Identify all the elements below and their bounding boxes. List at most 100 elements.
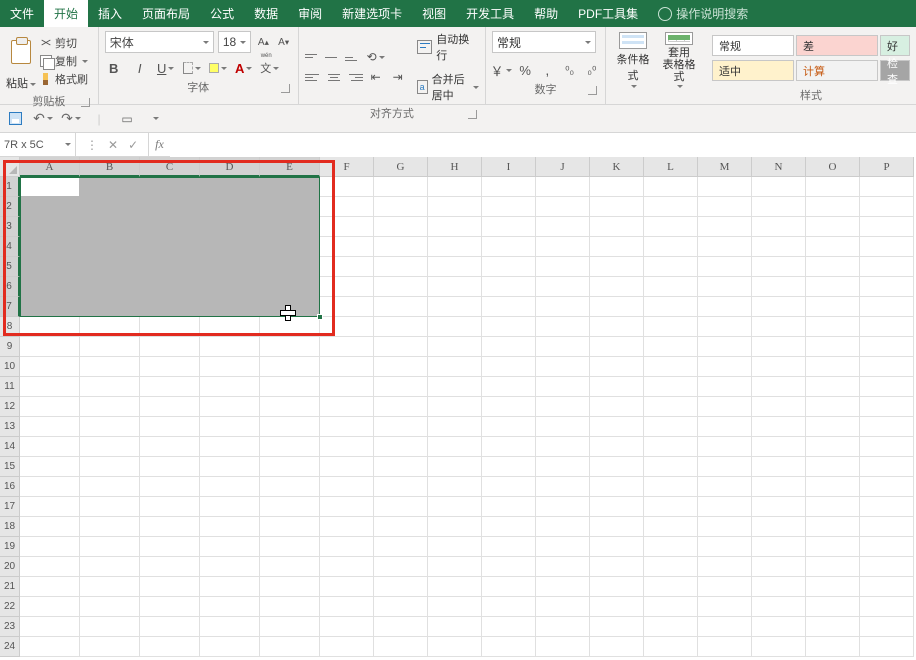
decrease-indent-button[interactable]: ⇤ xyxy=(367,68,385,86)
style-calc[interactable]: 计算 xyxy=(796,60,878,81)
row-header-17[interactable]: 17 xyxy=(0,497,20,517)
row-header-11[interactable]: 11 xyxy=(0,377,20,397)
tab-home[interactable]: 开始 xyxy=(44,0,88,27)
group-label-font[interactable]: 字体 xyxy=(105,77,292,96)
tab-formula[interactable]: 公式 xyxy=(200,0,244,27)
number-format-combo[interactable]: 常规 xyxy=(492,31,596,53)
row-header-20[interactable]: 20 xyxy=(0,557,20,577)
col-header-C[interactable]: C xyxy=(140,157,200,177)
tell-me-search[interactable]: 操作说明搜索 xyxy=(648,0,758,27)
enter-button[interactable]: ✓ xyxy=(128,138,138,152)
qat-customize-button[interactable] xyxy=(146,110,164,128)
tab-dev[interactable]: 开发工具 xyxy=(456,0,524,27)
format-as-table-button[interactable]: 套用 表格格式 xyxy=(658,32,700,88)
border-button[interactable] xyxy=(183,59,201,77)
cancel-button[interactable]: ✕ xyxy=(108,138,118,152)
row-header-12[interactable]: 12 xyxy=(0,397,20,417)
row-header-9[interactable]: 9 xyxy=(0,337,20,357)
tab-data[interactable]: 数据 xyxy=(244,0,288,27)
align-center-button[interactable] xyxy=(325,68,343,86)
row-header-18[interactable]: 18 xyxy=(0,517,20,537)
col-header-H[interactable]: H xyxy=(428,157,482,177)
select-all-corner[interactable] xyxy=(0,157,20,177)
percent-button[interactable]: % xyxy=(518,61,532,79)
row-header-10[interactable]: 10 xyxy=(0,357,20,377)
undo-button[interactable]: ↶ xyxy=(34,110,52,128)
col-header-O[interactable]: O xyxy=(806,157,860,177)
row-header-15[interactable]: 15 xyxy=(0,457,20,477)
col-header-G[interactable]: G xyxy=(374,157,428,177)
font-color-button[interactable]: A xyxy=(235,59,253,77)
row-header-22[interactable]: 22 xyxy=(0,597,20,617)
row-header-23[interactable]: 23 xyxy=(0,617,20,637)
align-left-button[interactable] xyxy=(305,68,323,86)
style-normal[interactable]: 常规 xyxy=(712,35,794,56)
decrease-decimal-button[interactable]: ₀⁰ xyxy=(585,61,599,79)
row-header-6[interactable]: 6 xyxy=(0,277,20,297)
fill-handle[interactable] xyxy=(317,314,323,320)
style-good[interactable]: 好 xyxy=(880,35,910,56)
col-header-P[interactable]: P xyxy=(860,157,914,177)
tab-help[interactable]: 帮助 xyxy=(524,0,568,27)
fx-label[interactable]: fx xyxy=(149,137,170,152)
phonetic-button[interactable]: 文 xyxy=(261,59,279,77)
row-header-7[interactable]: 7 xyxy=(0,297,20,317)
touch-mode-button[interactable]: ▭ xyxy=(118,110,136,128)
col-header-A[interactable]: A xyxy=(20,157,80,177)
col-header-F[interactable]: F xyxy=(320,157,374,177)
row-header-3[interactable]: 3 xyxy=(0,217,20,237)
tab-layout[interactable]: 页面布局 xyxy=(132,0,200,27)
style-neutral[interactable]: 适中 xyxy=(712,60,794,81)
tab-pdf[interactable]: PDF工具集 xyxy=(568,0,648,27)
col-header-K[interactable]: K xyxy=(590,157,644,177)
col-header-M[interactable]: M xyxy=(698,157,752,177)
cut-button[interactable]: 剪切 xyxy=(40,35,88,51)
row-header-16[interactable]: 16 xyxy=(0,477,20,497)
currency-button[interactable]: ￥ xyxy=(492,61,510,79)
comma-style-button[interactable]: , xyxy=(540,61,554,79)
align-top-button[interactable] xyxy=(305,48,323,66)
align-bottom-button[interactable] xyxy=(345,48,363,66)
tab-insert[interactable]: 插入 xyxy=(88,0,132,27)
format-painter-button[interactable]: 格式刷 xyxy=(40,71,88,87)
row-header-19[interactable]: 19 xyxy=(0,537,20,557)
formula-input[interactable] xyxy=(170,133,916,157)
wrap-text-button[interactable]: 自动换行 xyxy=(417,31,479,63)
row-header-21[interactable]: 21 xyxy=(0,577,20,597)
row-header-13[interactable]: 13 xyxy=(0,417,20,437)
paste-button[interactable]: 粘贴 xyxy=(6,31,36,91)
italic-button[interactable]: I xyxy=(131,59,149,77)
orientation-button[interactable]: ⟲ xyxy=(367,48,385,66)
col-header-J[interactable]: J xyxy=(536,157,590,177)
col-header-E[interactable]: E xyxy=(260,157,320,177)
copy-button[interactable]: 复制 xyxy=(40,53,88,69)
merge-center-button[interactable]: a合并后居中 xyxy=(417,71,479,103)
font-name-combo[interactable]: 宋体 xyxy=(105,31,214,53)
tab-newtab[interactable]: 新建选项卡 xyxy=(332,0,412,27)
col-header-L[interactable]: L xyxy=(644,157,698,177)
group-label-clipboard[interactable]: 剪贴板 xyxy=(6,91,92,110)
shrink-font-button[interactable]: A▾ xyxy=(275,33,291,51)
col-header-B[interactable]: B xyxy=(80,157,140,177)
tab-file[interactable]: 文件 xyxy=(0,0,44,27)
row-header-1[interactable]: 1 xyxy=(0,177,20,197)
conditional-format-button[interactable]: 条件格式 xyxy=(612,32,654,88)
font-size-combo[interactable]: 18 xyxy=(218,31,251,53)
name-box[interactable]: 7R x 5C xyxy=(0,133,76,157)
row-header-8[interactable]: 8 xyxy=(0,317,20,337)
row-header-24[interactable]: 24 xyxy=(0,637,20,657)
underline-button[interactable]: U xyxy=(157,59,175,77)
tab-review[interactable]: 审阅 xyxy=(288,0,332,27)
grow-font-button[interactable]: A▴ xyxy=(255,33,271,51)
style-bad[interactable]: 差 xyxy=(796,35,878,56)
save-button[interactable] xyxy=(6,110,24,128)
increase-decimal-button[interactable]: ⁰₀ xyxy=(563,61,577,79)
fill-color-button[interactable] xyxy=(209,59,227,77)
row-header-5[interactable]: 5 xyxy=(0,257,20,277)
tab-view[interactable]: 视图 xyxy=(412,0,456,27)
increase-indent-button[interactable]: ⇥ xyxy=(389,68,407,86)
row-header-14[interactable]: 14 xyxy=(0,437,20,457)
row-header-2[interactable]: 2 xyxy=(0,197,20,217)
align-middle-button[interactable] xyxy=(325,48,343,66)
col-header-D[interactable]: D xyxy=(200,157,260,177)
